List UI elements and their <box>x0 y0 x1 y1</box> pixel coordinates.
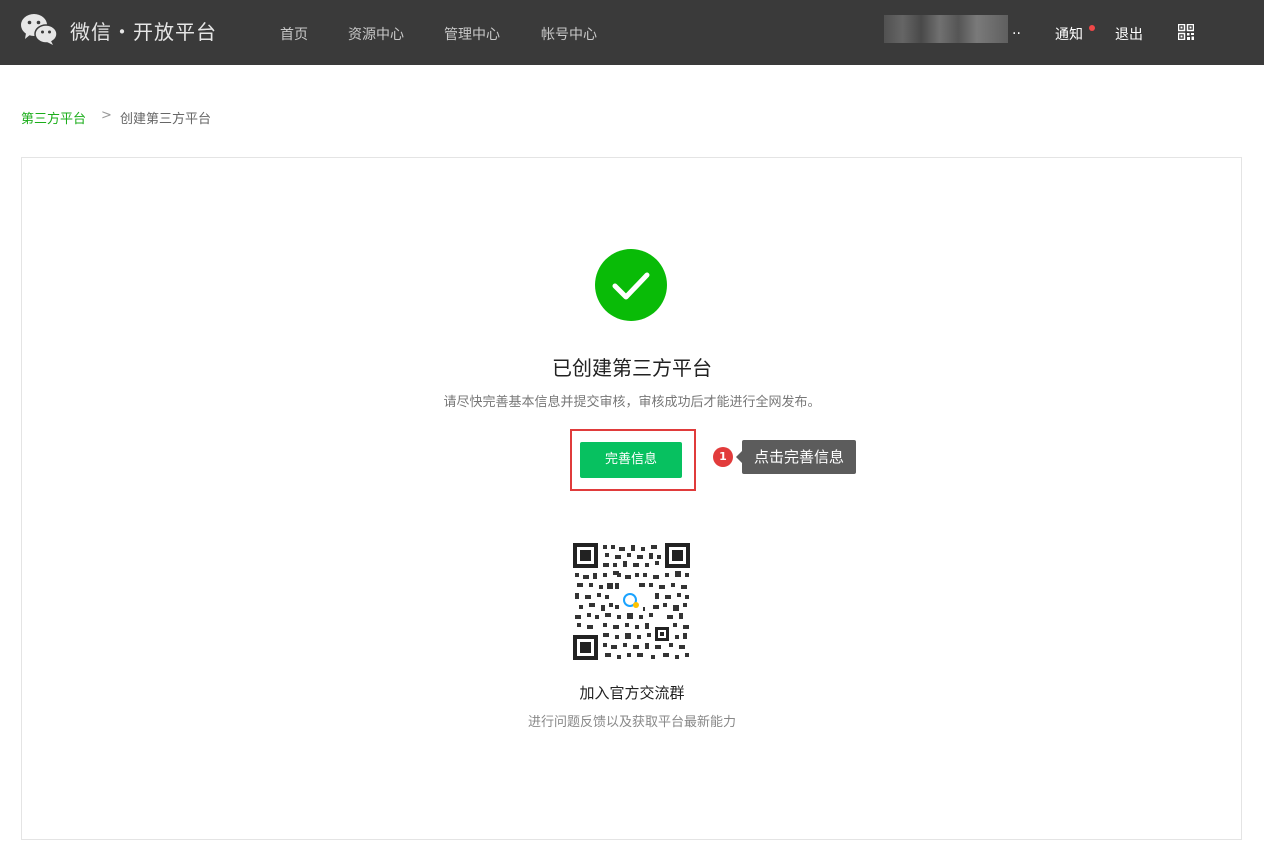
top-navigation-bar: 微信・开放平台 首页 资源中心 管理中心 帐号中心 .. 通知 退出 <box>0 0 1264 65</box>
qr-group-description: 进行问题反馈以及获取平台最新能力 <box>527 715 736 730</box>
qrcode-icon[interactable] <box>1178 24 1194 40</box>
wechat-logo-icon[interactable] <box>20 12 58 46</box>
nav-account-center[interactable]: 帐号中心 <box>541 24 597 44</box>
nav-home[interactable]: 首页 <box>280 24 308 44</box>
step-number-badge: 1 <box>713 447 733 467</box>
masked-username[interactable] <box>884 15 1008 43</box>
username-ellipsis: .. <box>1012 22 1021 38</box>
breadcrumb-parent[interactable]: 第三方平台 <box>21 108 86 127</box>
brand-title[interactable]: 微信・开放平台 <box>70 16 217 45</box>
breadcrumb-separator-icon: > <box>101 108 112 123</box>
logout-link[interactable]: 退出 <box>1115 24 1143 44</box>
success-check-icon <box>595 249 667 321</box>
page-description: 请尽快完善基本信息并提交审核，审核成功后才能进行全网发布。 <box>443 395 821 410</box>
group-qrcode <box>573 543 690 660</box>
qr-group-title: 加入官方交流群 <box>579 684 685 702</box>
complete-info-button[interactable]: 完善信息 <box>580 442 682 478</box>
notification-link[interactable]: 通知 <box>1055 24 1083 44</box>
notification-badge <box>1089 25 1095 31</box>
page-title: 已创建第三方平台 <box>552 356 712 380</box>
nav-resource-center[interactable]: 资源中心 <box>348 24 404 44</box>
nav-management-center[interactable]: 管理中心 <box>444 24 500 44</box>
breadcrumb-current: 创建第三方平台 <box>120 112 212 127</box>
annotation-tooltip: 点击完善信息 <box>742 440 856 474</box>
